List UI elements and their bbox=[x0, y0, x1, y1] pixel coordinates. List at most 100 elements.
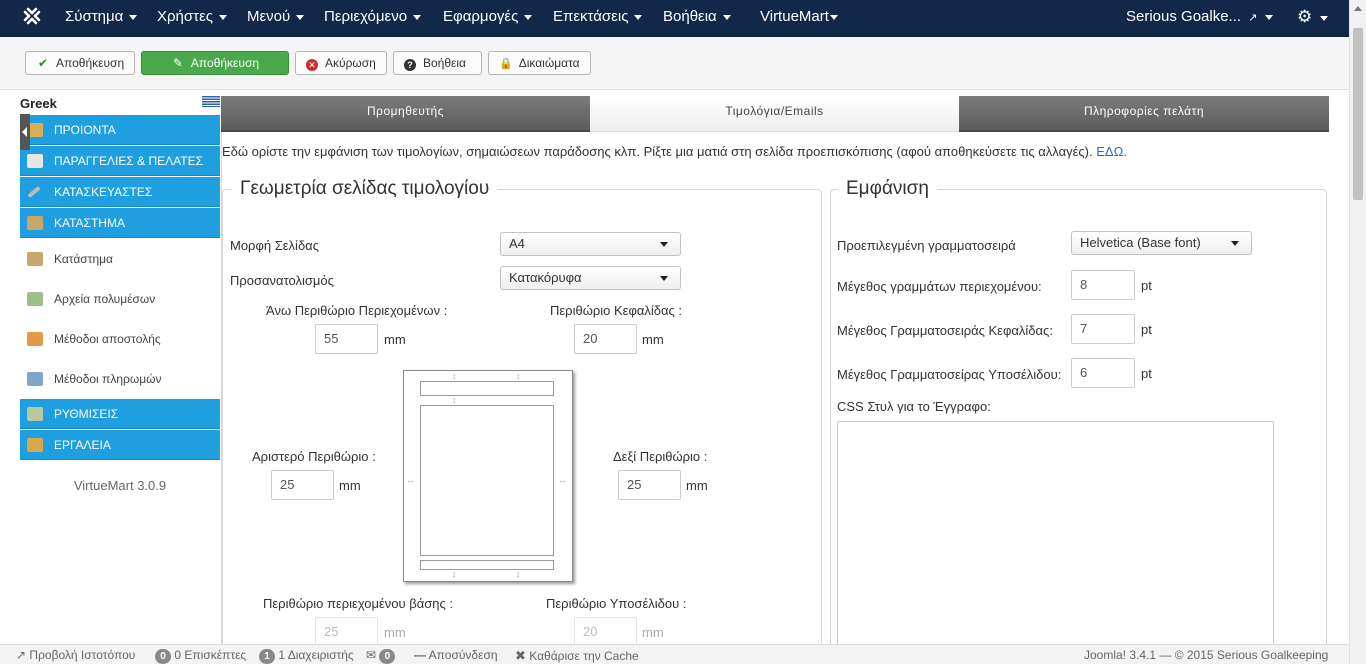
arrow-icon: ↕ bbox=[516, 371, 521, 381]
sidebar-subitem-media[interactable]: Αρχεία πολυμέσων bbox=[20, 279, 220, 319]
footer-font-size-input[interactable]: 6 bbox=[1071, 358, 1135, 388]
sidebar-item-label: ΠΡΟΙΟΝΤΑ bbox=[54, 123, 116, 137]
scroll-up-arrow-icon[interactable] bbox=[1354, 6, 1362, 11]
messages-badge: 0 bbox=[379, 649, 396, 664]
header-area bbox=[420, 381, 554, 396]
vertical-scrollbar[interactable] bbox=[1349, 0, 1366, 664]
help-button[interactable]: ? Βοήθεια bbox=[393, 51, 482, 75]
sidebar-item-label: ΡΥΘΜΙΣΕΙΣ bbox=[54, 407, 119, 421]
default-font-select[interactable]: Helvetica (Base font) bbox=[1071, 231, 1252, 255]
footer-margin-label: Περιθώριο Υποσέλιδου : bbox=[546, 596, 687, 611]
menu-help[interactable]: Βοήθεια bbox=[663, 0, 731, 33]
unit-mm: mm bbox=[686, 478, 708, 493]
admins-count: 1 1 Διαχειριστής bbox=[259, 648, 354, 664]
tab-customer-info[interactable]: Πληροφορίες πελάτη bbox=[959, 96, 1329, 132]
menu-menus[interactable]: Μενού bbox=[247, 0, 305, 33]
view-site-link[interactable]: ↗ Προβολή Ιστοτόπου bbox=[16, 648, 135, 662]
page-format-select[interactable]: A4 bbox=[500, 232, 681, 256]
external-link-icon: ↗ bbox=[16, 648, 27, 662]
footer-margin-input[interactable]: 20 bbox=[574, 617, 637, 647]
unit-pt: pt bbox=[1141, 278, 1152, 293]
sidebar-item-label: ΚΑΤΑΣΚΕΥΑΣΤΕΣ bbox=[54, 185, 153, 199]
header-font-size-input[interactable]: 7 bbox=[1071, 314, 1135, 344]
top-margin-input[interactable]: 55 bbox=[315, 324, 378, 354]
cancel-icon: ✕ bbox=[306, 59, 318, 71]
sidebar-collapse-handle[interactable] bbox=[20, 114, 30, 150]
sidebar-subitem-payment[interactable]: Μέθοδοι πληρωμών bbox=[20, 359, 220, 399]
unit-mm: mm bbox=[384, 625, 406, 640]
sidebar-item-label: ΠΑΡΑΓΓΕΛΙΕΣ & ΠΕΛΑΤΕΣ bbox=[54, 154, 204, 168]
sidebar-item-label: ΕΡΓΑΛΕΙΑ bbox=[54, 438, 111, 452]
shop-icon bbox=[27, 216, 43, 230]
left-margin-label: Αριστερό Περιθώριο : bbox=[252, 449, 376, 464]
orders-icon bbox=[27, 154, 43, 168]
preview-link[interactable]: ΕΔΩ. bbox=[1096, 144, 1127, 159]
clear-cache-label: Καθάρισε την Cache bbox=[529, 649, 639, 663]
header-margin-label: Περιθώριο Κεφαλίδας : bbox=[550, 303, 683, 318]
permissions-button[interactable]: 🔒 Δικαιώματα bbox=[488, 51, 591, 75]
greek-flag-icon[interactable] bbox=[202, 96, 220, 107]
top-margin-label: Άνω Περιθώριο Περιεχομένων : bbox=[266, 303, 448, 318]
admins-label: 1 Διαχειριστής bbox=[278, 648, 354, 662]
page-layout-diagram: ↕ ↕ ↕ ↔ ↔ ↕ ↕ bbox=[403, 370, 573, 582]
arrow-icon: ↕ bbox=[452, 395, 457, 405]
menu-virtuemart[interactable]: VirtueMart bbox=[760, 0, 838, 33]
unit-pt: pt bbox=[1141, 322, 1152, 337]
footer-copyright: Joomla! 3.4.1 — © 2015 Serious Goalkeepi… bbox=[1084, 648, 1329, 662]
bottom-margin-input[interactable]: 25 bbox=[315, 617, 378, 647]
left-margin-input[interactable]: 25 bbox=[271, 470, 334, 500]
sidebar-item-tools[interactable]: ΕΡΓΑΛΕΙΑ bbox=[20, 430, 220, 460]
site-name-link[interactable]: Serious Goalke... ↗ bbox=[1126, 0, 1274, 33]
messages-count[interactable]: ✉ 0 bbox=[366, 648, 396, 664]
intro-description: Εδώ ορίστε την εμφάνιση των τιμολογίων, … bbox=[222, 144, 1093, 159]
sidebar-item-manufacturers[interactable]: ΚΑΤΑΣΚΕΥΑΣΤΕΣ bbox=[20, 177, 220, 207]
sidebar-item-products[interactable]: ΠΡΟΙΟΝΤΑ bbox=[20, 115, 220, 145]
joomla-logo-icon[interactable] bbox=[22, 6, 42, 26]
envelope-icon: ✉ bbox=[366, 648, 377, 662]
right-margin-input[interactable]: 25 bbox=[618, 470, 681, 500]
default-font-label: Προεπιλεγμένη γραμματοσειρά bbox=[837, 238, 1016, 253]
unit-mm: mm bbox=[642, 332, 664, 347]
chevron-down-icon bbox=[1231, 241, 1239, 246]
sidebar-item-settings[interactable]: ΡΥΘΜΙΣΕΙΣ bbox=[20, 399, 220, 429]
menu-components[interactable]: Εφαρμογές bbox=[443, 0, 533, 33]
settings-menu[interactable]: ⚙ bbox=[1297, 0, 1329, 33]
orientation-select[interactable]: Κατακόρυφα bbox=[500, 266, 681, 290]
footer-area bbox=[420, 560, 554, 570]
menu-extensions[interactable]: Επεκτάσεις bbox=[553, 0, 643, 33]
css-style-textarea[interactable] bbox=[837, 421, 1274, 653]
cancel-button[interactable]: ✕ Ακύρωση bbox=[295, 51, 387, 75]
payment-icon bbox=[27, 372, 43, 386]
sidebar-subitem-shop[interactable]: Κατάστημα bbox=[20, 239, 220, 279]
logout-label: Αποσύνδεση bbox=[428, 648, 498, 662]
menu-users[interactable]: Χρήστες bbox=[157, 0, 227, 33]
sidebar-subitem-shipment[interactable]: Μέθοδοι αποστολής bbox=[20, 319, 220, 359]
menu-content[interactable]: Περιεχόμενο bbox=[324, 0, 422, 33]
minus-icon: — bbox=[414, 648, 426, 662]
shop-icon bbox=[27, 252, 43, 266]
status-bar: ↗ Προβολή Ιστοτόπου 0 0 Επισκέπτες 1 1 Δ… bbox=[0, 644, 1349, 664]
right-margin-label: Δεξί Περιθώριο : bbox=[613, 449, 708, 464]
save-button[interactable]: ✔ Αποθήκευση bbox=[25, 51, 135, 75]
sidebar-item-label: Μέθοδοι αποστολής bbox=[54, 332, 161, 346]
virtuemart-version: VirtueMart 3.0.9 bbox=[73, 478, 167, 493]
scrollbar-thumb[interactable] bbox=[1353, 28, 1363, 200]
tab-vendor[interactable]: Προμηθευτής bbox=[221, 96, 590, 132]
unit-mm: mm bbox=[339, 478, 361, 493]
content-font-size-label: Μέγεθος γραμμάτων περιεχομένου: bbox=[837, 279, 1042, 294]
save-close-button[interactable]: ✎ Αποθήκευση bbox=[141, 51, 289, 75]
cross-tools-icon: ✖ bbox=[515, 648, 526, 663]
menu-system[interactable]: Σύστημα bbox=[65, 0, 138, 33]
logout-link[interactable]: — Αποσύνδεση bbox=[414, 648, 498, 662]
header-margin-input[interactable]: 20 bbox=[574, 324, 637, 354]
sidebar-item-orders[interactable]: ΠΑΡΑΓΓΕΛΙΕΣ & ΠΕΛΑΤΕΣ bbox=[20, 146, 220, 176]
clear-cache-link[interactable]: ✖ Καθάρισε την Cache bbox=[515, 648, 639, 664]
content-font-size-input[interactable]: 8 bbox=[1071, 270, 1135, 300]
tab-invoices-emails[interactable]: Τιμολόγια/Emails bbox=[590, 96, 959, 132]
sidebar-item-shop[interactable]: ΚΑΤΑΣΤΗΜΑ bbox=[20, 208, 220, 238]
sidebar-item-label: Κατάστημα bbox=[54, 252, 113, 266]
sidebar-item-label: ΚΑΤΑΣΤΗΜΑ bbox=[54, 216, 125, 230]
css-style-label: CSS Στυλ για το Έγγραφο: bbox=[837, 399, 991, 414]
tools-icon bbox=[27, 438, 43, 452]
page-format-value: A4 bbox=[509, 236, 525, 251]
